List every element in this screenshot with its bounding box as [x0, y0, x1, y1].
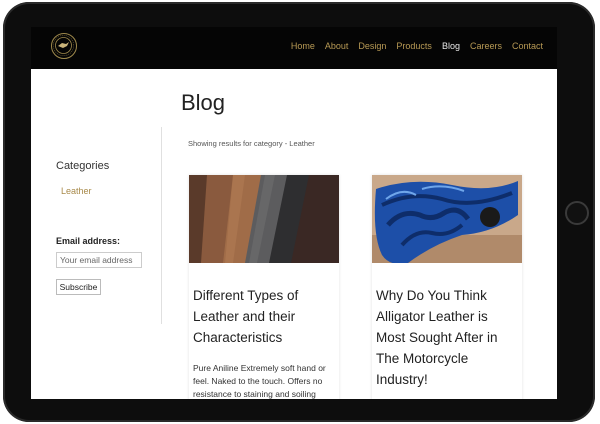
email-input[interactable]	[56, 252, 142, 268]
tablet-home-button[interactable]	[565, 201, 589, 225]
results-text: Showing results for category - Leather	[188, 139, 315, 148]
nav-item-about[interactable]: About	[325, 41, 349, 51]
blog-card-2[interactable]: Why Do You Think Alligator Leather is Mo…	[372, 175, 522, 399]
nav-item-blog[interactable]: Blog	[442, 41, 460, 51]
email-label: Email address:	[56, 236, 121, 246]
categories-heading: Categories	[56, 160, 110, 172]
motorcycle-seat-image[interactable]	[372, 175, 522, 263]
nav-item-products[interactable]: Products	[396, 41, 432, 51]
nav-item-home[interactable]: Home	[291, 41, 315, 51]
nav-item-careers[interactable]: Careers	[470, 41, 502, 51]
website-screen: Home About Design Products Blog Careers …	[31, 27, 557, 399]
leather-swatches-image[interactable]	[189, 175, 339, 263]
post-title[interactable]: Different Types of Leather and their Cha…	[193, 285, 339, 348]
nav-item-design[interactable]: Design	[358, 41, 386, 51]
nav-item-contact[interactable]: Contact	[512, 41, 543, 51]
category-link-leather[interactable]: Leather	[61, 186, 92, 196]
page-title: Blog	[181, 90, 226, 115]
tablet-frame: Home About Design Products Blog Careers …	[3, 2, 595, 422]
blog-card-1[interactable]: Different Types of Leather and their Cha…	[189, 175, 339, 399]
nav-links: Home About Design Products Blog Careers …	[281, 41, 543, 51]
brand-logo[interactable]	[51, 33, 77, 59]
subscribe-button[interactable]: Subscribe	[56, 279, 101, 295]
top-nav-bar: Home About Design Products Blog Careers …	[31, 27, 557, 69]
sidebar-divider	[161, 127, 162, 324]
post-title[interactable]: Why Do You Think Alligator Leather is Mo…	[376, 285, 522, 390]
post-excerpt: Pure Aniline Extremely soft hand or feel…	[193, 363, 326, 399]
